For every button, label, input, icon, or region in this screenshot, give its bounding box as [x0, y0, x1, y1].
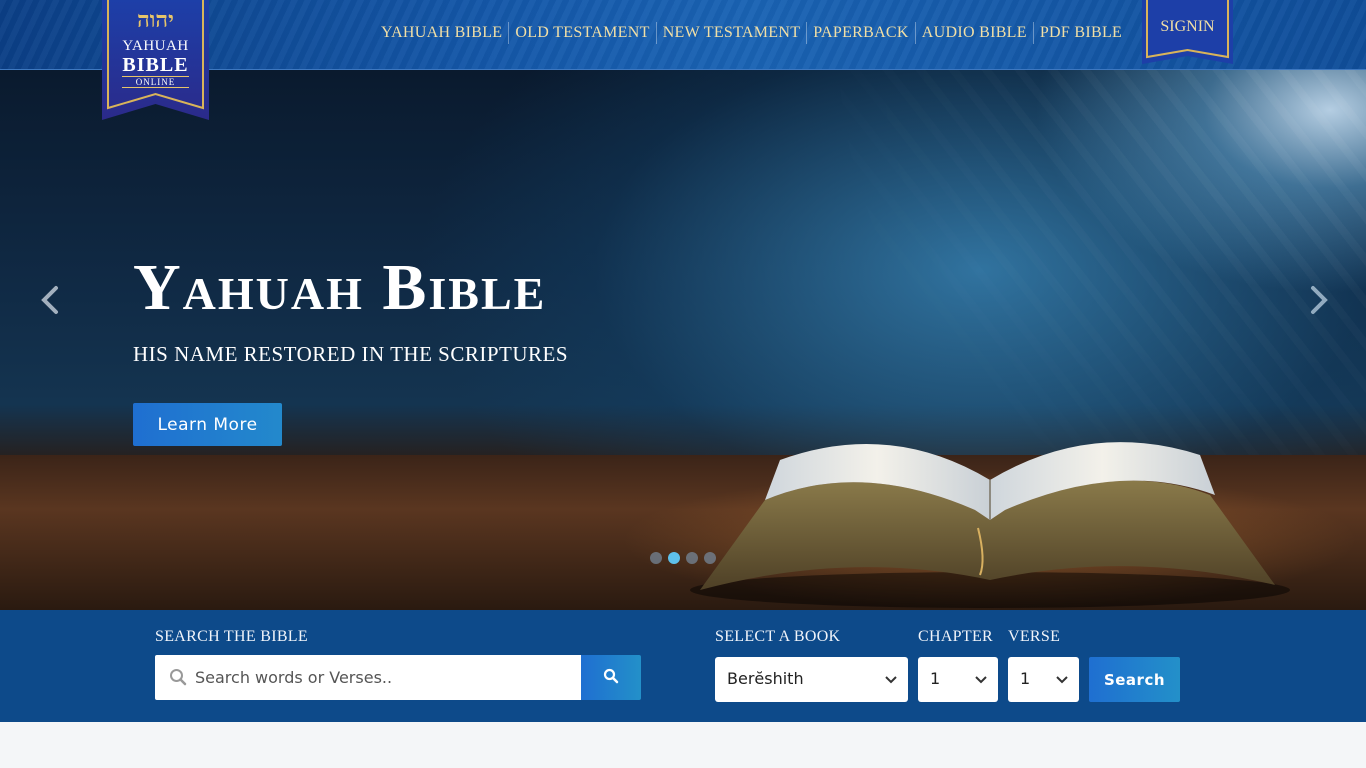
bible-search-section: SEARCH THE BIBLE SELECT A BOOK CHAPTER V…	[0, 610, 1366, 722]
book-select-value: Berĕshith	[727, 669, 804, 688]
signin-button[interactable]: SIGNIN	[1142, 0, 1233, 64]
search-submit-button[interactable]	[581, 655, 641, 700]
nav-paperback[interactable]: PAPERBACK	[806, 22, 914, 44]
chevron-down-icon	[975, 676, 987, 684]
verse-select[interactable]: 1	[1008, 657, 1079, 702]
open-bible-image	[690, 442, 1290, 608]
logo-line-3: ONLINE	[122, 76, 189, 88]
carousel-prev-button[interactable]	[36, 280, 66, 320]
carousel-indicators	[650, 552, 716, 564]
book-select-label: SELECT A BOOK	[715, 628, 841, 645]
chevron-left-icon	[41, 286, 58, 314]
nav-pdf-bible[interactable]: PDF BIBLE	[1032, 22, 1128, 44]
search-icon	[603, 668, 619, 684]
search-icon	[170, 669, 187, 686]
carousel-dot-2[interactable]	[668, 552, 680, 564]
search-label: SEARCH THE BIBLE	[155, 628, 308, 645]
verse-select-label: VERSE	[1008, 628, 1061, 645]
learn-more-button[interactable]: Learn More	[133, 403, 282, 446]
carousel-dot-3[interactable]	[686, 552, 698, 564]
logo-hebrew-text: יהוה	[137, 7, 174, 33]
hero-subtitle: HIS NAME RESTORED IN THE SCRIPTURES	[133, 342, 569, 366]
chevron-right-icon	[1311, 286, 1328, 314]
search-field	[155, 655, 581, 700]
main-nav: YAHUAH BIBLE OLD TESTAMENT NEW TESTAMENT…	[375, 22, 1128, 44]
chevron-down-icon	[885, 676, 897, 684]
verse-select-value: 1	[1020, 669, 1031, 688]
verse-search-button[interactable]: Search	[1089, 657, 1180, 702]
nav-yahuah-bible[interactable]: YAHUAH BIBLE	[375, 22, 508, 44]
signin-label: SIGNIN	[1160, 18, 1215, 35]
nav-new-testament[interactable]: NEW TESTAMENT	[655, 22, 807, 44]
chapter-select[interactable]: 1	[918, 657, 998, 702]
hero-title: Yahuah Bible	[133, 251, 547, 324]
search-input[interactable]	[195, 655, 575, 700]
logo-line-1: YAHUAH	[122, 38, 189, 54]
book-select[interactable]: Berĕshith	[715, 657, 908, 702]
site-logo[interactable]: יהוה YAHUAH BIBLE ONLINE	[102, 0, 209, 120]
carousel-next-button[interactable]	[1303, 280, 1333, 320]
carousel-dot-1[interactable]	[650, 552, 662, 564]
carousel-dot-4[interactable]	[704, 552, 716, 564]
nav-old-testament[interactable]: OLD TESTAMENT	[508, 22, 655, 44]
chevron-down-icon	[1056, 676, 1068, 684]
logo-line-2: BIBLE	[122, 54, 189, 76]
nav-audio-bible[interactable]: AUDIO BIBLE	[914, 22, 1033, 44]
chapter-select-value: 1	[930, 669, 941, 688]
chapter-select-label: CHAPTER	[918, 628, 993, 645]
hero-carousel: Yahuah Bible HIS NAME RESTORED IN THE SC…	[0, 70, 1366, 610]
